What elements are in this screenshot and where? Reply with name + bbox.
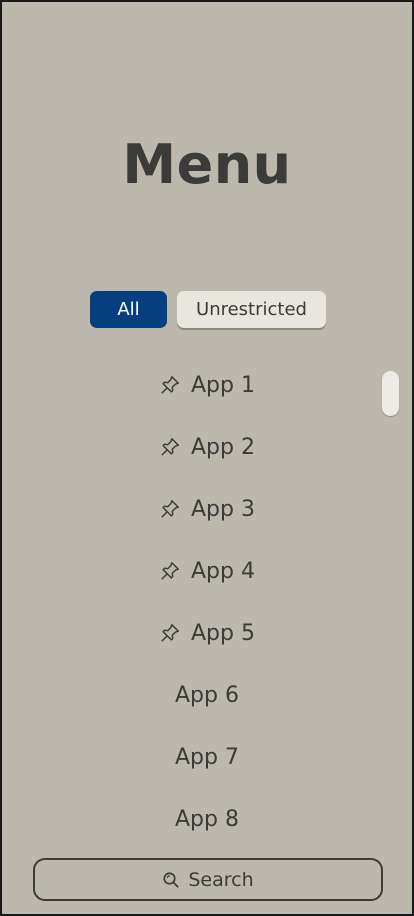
filter-chips: All Unrestricted <box>90 291 326 328</box>
list-scrollbar-thumb[interactable] <box>382 371 399 416</box>
page-title: Menu <box>122 133 292 196</box>
app-list: App 1 App 2 App 3 App 4 App 5 App 6 App … <box>2 354 412 850</box>
app-item-8[interactable]: App 8 <box>2 788 412 850</box>
filter-unrestricted-button[interactable]: Unrestricted <box>177 291 326 328</box>
pin-icon[interactable] <box>159 498 181 520</box>
app-label: App 1 <box>191 372 255 398</box>
app-label: App 6 <box>175 682 239 708</box>
filter-all-button[interactable]: All <box>90 291 167 328</box>
app-item-3[interactable]: App 3 <box>2 478 412 540</box>
pin-icon[interactable] <box>159 436 181 458</box>
app-item-2[interactable]: App 2 <box>2 416 412 478</box>
app-item-1[interactable]: App 1 <box>2 354 412 416</box>
app-item-4[interactable]: App 4 <box>2 540 412 602</box>
app-label: App 8 <box>175 806 239 832</box>
device-screen: Menu All Unrestricted App 1 App 2 App 3 … <box>0 0 414 916</box>
pin-icon[interactable] <box>159 374 181 396</box>
app-label: App 2 <box>191 434 255 460</box>
pin-icon[interactable] <box>159 560 181 582</box>
pin-icon[interactable] <box>159 622 181 644</box>
search-button[interactable]: Search <box>33 858 383 901</box>
app-item-7[interactable]: App 7 <box>2 726 412 788</box>
app-label: App 7 <box>175 744 239 770</box>
search-icon <box>162 871 180 889</box>
app-label: App 5 <box>191 620 255 646</box>
app-label: App 3 <box>191 496 255 522</box>
app-label: App 4 <box>191 558 255 584</box>
app-item-6[interactable]: App 6 <box>2 664 412 726</box>
search-label: Search <box>188 868 254 891</box>
app-item-5[interactable]: App 5 <box>2 602 412 664</box>
